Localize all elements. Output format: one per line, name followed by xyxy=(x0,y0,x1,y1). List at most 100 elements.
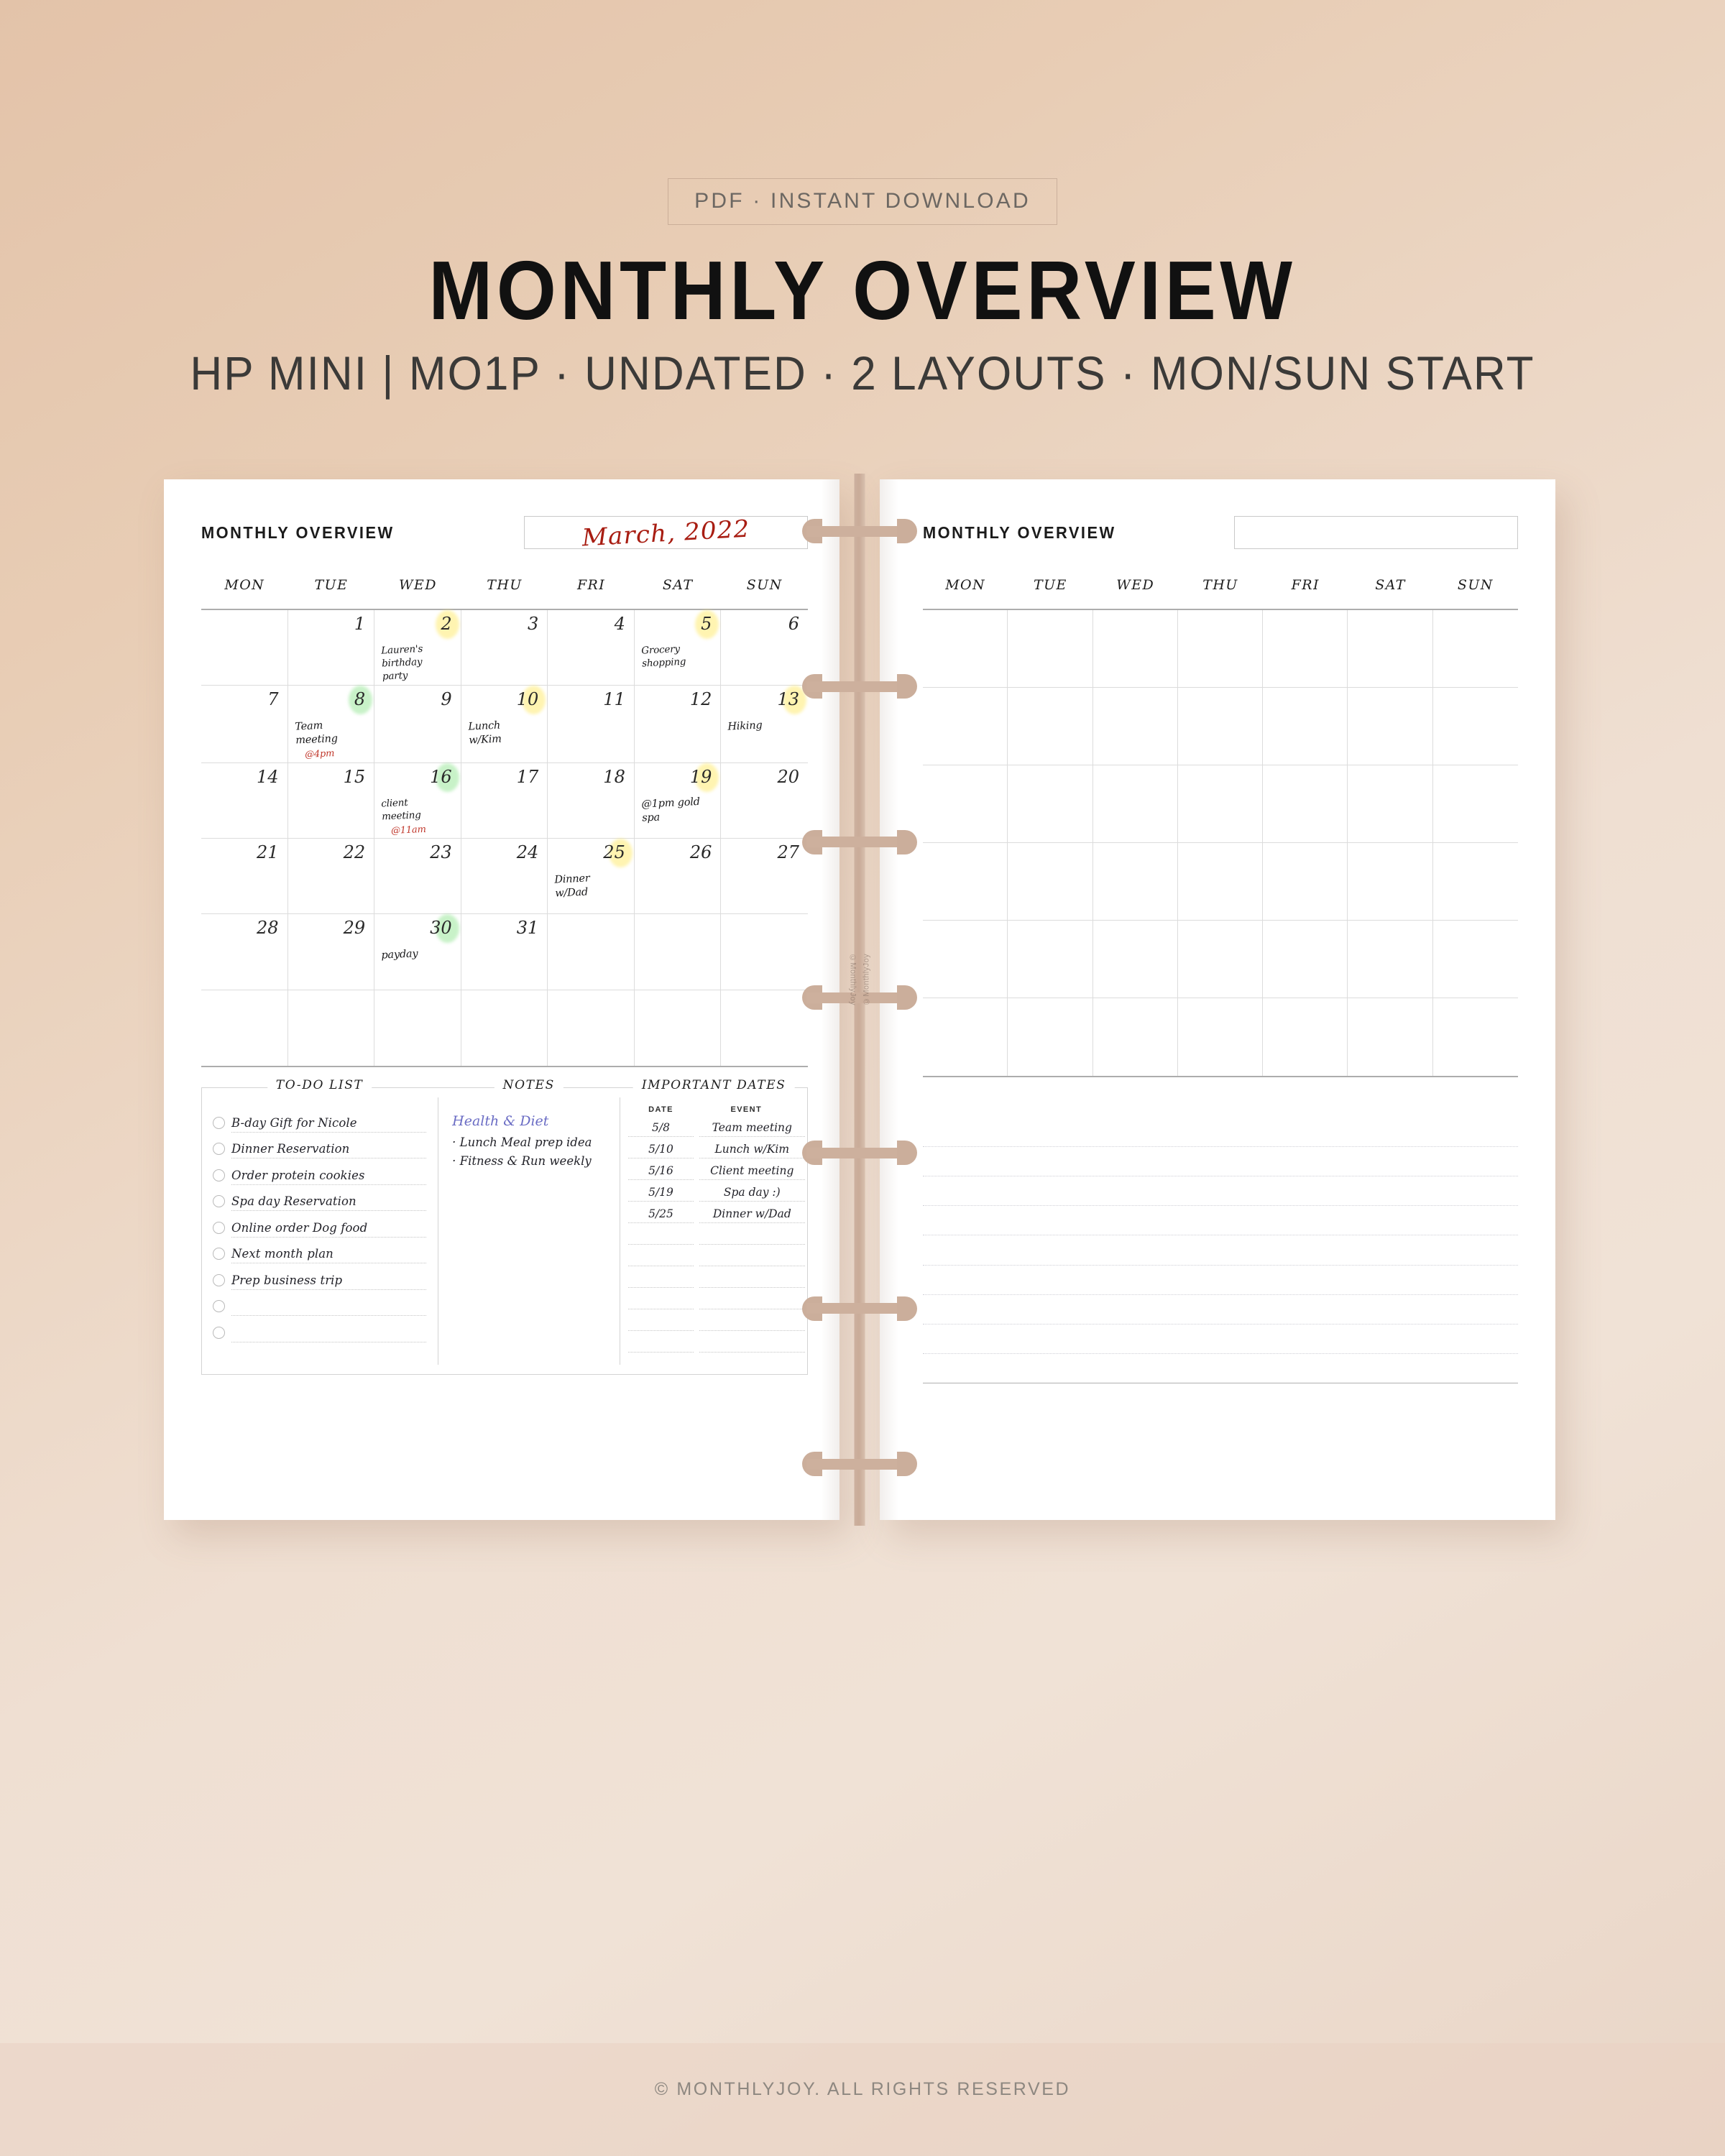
important-date-row[interactable] xyxy=(628,1288,805,1309)
checkbox-icon[interactable] xyxy=(213,1221,225,1234)
calendar-cell[interactable]: 31 xyxy=(461,914,548,990)
calendar-cell[interactable]: 23 xyxy=(374,839,461,915)
checkbox-icon[interactable] xyxy=(213,1143,225,1155)
todo-item[interactable] xyxy=(213,1316,427,1342)
calendar-cell[interactable] xyxy=(1092,765,1178,843)
checkbox-icon[interactable] xyxy=(213,1273,225,1286)
calendar-cell[interactable] xyxy=(1092,921,1178,998)
calendar-cell[interactable]: 22 xyxy=(288,839,375,915)
calendar-cell[interactable]: 12 xyxy=(634,686,722,763)
todo-item[interactable] xyxy=(213,1290,427,1316)
month-input-right[interactable] xyxy=(1234,516,1518,549)
calendar-cell[interactable]: 19 @1pm gold spa xyxy=(634,763,722,839)
notes-body[interactable]: Health & Diet · Lunch Meal prep idea · Fi… xyxy=(438,1087,620,1375)
checkbox-icon[interactable] xyxy=(213,1326,225,1339)
calendar-cell[interactable] xyxy=(1348,843,1433,921)
calendar-cell[interactable]: 16 client meeting @11am xyxy=(374,763,461,839)
checkbox-icon[interactable] xyxy=(213,1300,225,1312)
calendar-cell[interactable] xyxy=(1432,765,1518,843)
calendar-cell[interactable] xyxy=(1008,998,1093,1076)
calendar-cell[interactable] xyxy=(1348,998,1433,1076)
calendar-cell[interactable]: 18 xyxy=(548,763,635,839)
calendar-cell[interactable] xyxy=(923,610,1008,688)
ruled-line[interactable] xyxy=(923,1206,1518,1236)
calendar-cell[interactable]: 6 xyxy=(721,610,808,686)
ruled-line[interactable] xyxy=(923,1118,1518,1148)
calendar-cell[interactable] xyxy=(1177,921,1264,998)
calendar-cell[interactable] xyxy=(1432,921,1518,998)
calendar-cell[interactable] xyxy=(1093,998,1178,1076)
calendar-cell[interactable]: 5 Grocery shopping xyxy=(634,610,722,686)
todo-item[interactable]: Online order Dog food xyxy=(213,1211,427,1238)
calendar-cell[interactable]: 11 xyxy=(548,686,635,763)
calendar-cell[interactable] xyxy=(721,990,808,1066)
calendar-cell[interactable] xyxy=(1008,921,1093,998)
calendar-cell[interactable]: 8 Team meeting @4pm xyxy=(288,686,375,763)
calendar-cell[interactable] xyxy=(1433,998,1518,1076)
calendar-cell[interactable] xyxy=(548,914,635,990)
calendar-cell[interactable] xyxy=(374,990,461,1066)
calendar-cell[interactable] xyxy=(923,688,1008,765)
calendar-cell[interactable] xyxy=(1263,765,1348,843)
todo-item[interactable]: Order protein cookies xyxy=(213,1158,427,1185)
calendar-cell[interactable]: 21 xyxy=(201,839,288,915)
todo-item[interactable]: B-day Gift for Nicole xyxy=(213,1106,427,1133)
calendar-cell[interactable] xyxy=(1008,765,1093,843)
calendar-cell[interactable] xyxy=(1008,843,1093,921)
calendar-cell[interactable] xyxy=(1263,610,1348,688)
ruled-line[interactable] xyxy=(923,1235,1518,1266)
important-date-row[interactable] xyxy=(628,1331,805,1353)
calendar-cell[interactable] xyxy=(201,610,288,686)
calendar-cell[interactable] xyxy=(201,990,288,1066)
checkbox-icon[interactable] xyxy=(213,1248,225,1260)
calendar-cell[interactable] xyxy=(1348,610,1433,688)
calendar-cell[interactable]: 26 xyxy=(634,839,722,915)
calendar-cell[interactable] xyxy=(1348,688,1433,765)
calendar-cell[interactable]: 28 xyxy=(201,914,288,990)
calendar-cell[interactable] xyxy=(548,990,635,1066)
calendar-cell[interactable] xyxy=(1263,843,1348,921)
ruled-line[interactable] xyxy=(923,1295,1518,1325)
calendar-cell[interactable] xyxy=(288,990,375,1066)
calendar-cell[interactable] xyxy=(1092,688,1178,765)
ruled-line[interactable] xyxy=(923,1147,1518,1177)
calendar-cell[interactable] xyxy=(1432,843,1518,921)
calendar-cell[interactable] xyxy=(721,914,808,990)
calendar-cell[interactable] xyxy=(1263,921,1348,998)
calendar-cell[interactable] xyxy=(1348,921,1433,998)
important-date-row[interactable]: 5/8 Team meeting xyxy=(628,1115,805,1137)
checkbox-icon[interactable] xyxy=(213,1169,225,1181)
calendar-cell[interactable]: 14 xyxy=(201,763,288,839)
calendar-cell[interactable] xyxy=(1177,765,1264,843)
calendar-cell[interactable]: 4 xyxy=(548,610,635,686)
important-date-row[interactable] xyxy=(628,1245,805,1266)
calendar-cell[interactable] xyxy=(1177,610,1264,688)
calendar-cell[interactable] xyxy=(1177,688,1264,765)
calendar-cell[interactable]: 27 xyxy=(721,839,808,915)
calendar-cell[interactable]: 20 xyxy=(721,763,808,839)
calendar-cell[interactable]: 15 xyxy=(288,763,375,839)
calendar-cell[interactable] xyxy=(1177,843,1264,921)
calendar-cell[interactable] xyxy=(923,765,1008,843)
calendar-cell[interactable] xyxy=(635,990,722,1066)
calendar-cell[interactable]: 7 xyxy=(201,686,288,763)
calendar-cell[interactable] xyxy=(923,921,1008,998)
important-date-row[interactable]: 5/16 Client meeting xyxy=(628,1158,805,1180)
calendar-cell[interactable] xyxy=(923,843,1008,921)
calendar-cell[interactable] xyxy=(1432,688,1518,765)
calendar-cell[interactable] xyxy=(1348,765,1433,843)
calendar-cell[interactable] xyxy=(1008,610,1093,688)
ruled-line[interactable] xyxy=(923,1176,1518,1207)
important-date-row[interactable] xyxy=(628,1223,805,1245)
checkbox-icon[interactable] xyxy=(213,1116,225,1129)
calendar-cell[interactable]: 2 Lauren's birthday party xyxy=(374,610,461,686)
calendar-cell[interactable] xyxy=(923,998,1008,1076)
calendar-cell[interactable]: 29 xyxy=(288,914,375,990)
calendar-cell[interactable]: 3 xyxy=(461,610,548,686)
calendar-cell[interactable] xyxy=(1178,998,1264,1076)
important-date-row[interactable]: 5/19 Spa day :) xyxy=(628,1180,805,1202)
important-date-row[interactable]: 5/10 Lunch w/Kim xyxy=(628,1137,805,1158)
ruled-line[interactable] xyxy=(923,1325,1518,1354)
important-date-row[interactable] xyxy=(628,1309,805,1331)
calendar-cell[interactable] xyxy=(1263,998,1348,1076)
